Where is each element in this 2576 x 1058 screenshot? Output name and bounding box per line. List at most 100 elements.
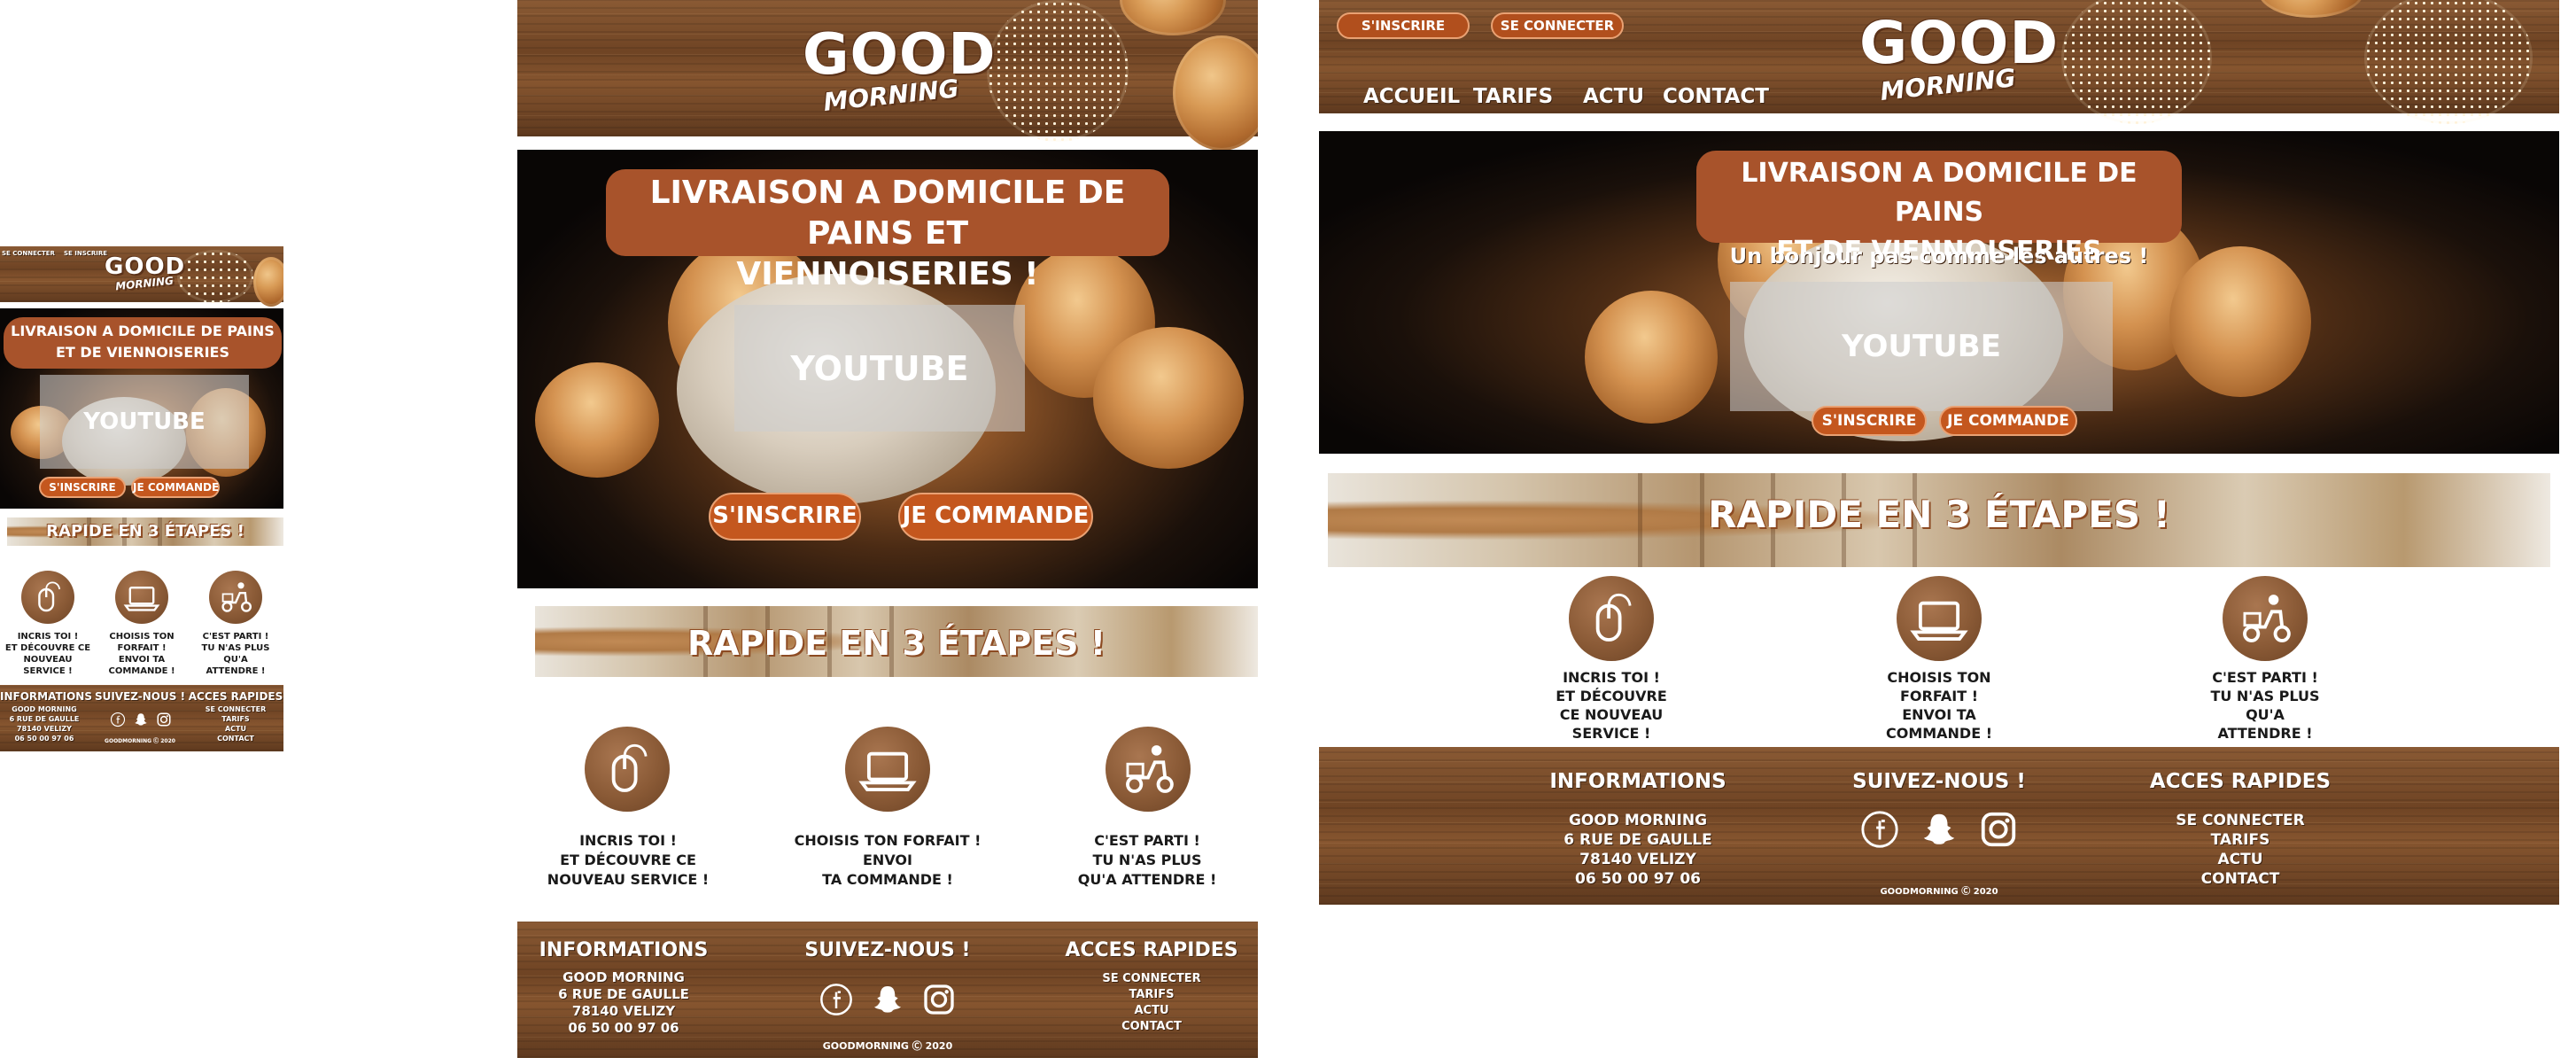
- delivery-scooter-icon: [2243, 595, 2291, 642]
- youtube-video[interactable]: YOUTUBE: [40, 375, 249, 469]
- step-3-circle: [1106, 727, 1191, 812]
- step-1-circle: [585, 727, 670, 812]
- link-contact[interactable]: CONTACT: [2116, 869, 2364, 889]
- facebook-icon[interactable]: [1859, 809, 1900, 850]
- link-tarifs[interactable]: TARIFS: [2116, 830, 2364, 850]
- logo[interactable]: GOOD MORNING: [1859, 14, 2058, 106]
- links-title: ACCES RAPIDES: [1065, 939, 1238, 961]
- step-2-text: CHOISIS TON FORFAIT ! ENVOI TA COMMANDE …: [108, 632, 175, 676]
- video-label: YOUTUBE: [83, 408, 206, 435]
- info-title: INFORMATIONS: [539, 939, 709, 961]
- step-3-circle: [209, 571, 262, 624]
- copyright: GOODMORNING Ⓒ 2020: [105, 738, 175, 744]
- laptop-icon: [1910, 601, 1968, 641]
- snapchat-icon[interactable]: [870, 982, 905, 1017]
- header-pastry-image: [1120, 0, 1226, 35]
- link-actu[interactable]: ACTU: [1045, 1003, 1258, 1019]
- header-pastry-image: [177, 250, 253, 303]
- info-title: INFORMATIONS: [1549, 770, 1726, 793]
- bread-image: [2169, 246, 2311, 397]
- facebook-icon[interactable]: [819, 982, 854, 1017]
- tablet-hero: LIVRAISON A DOMICILE DE PAINS ET VIENNOI…: [517, 150, 1258, 588]
- header-pastry-image: [1173, 35, 1258, 151]
- logo[interactable]: GOOD MORNING: [803, 27, 995, 117]
- link-login[interactable]: SE CONNECTER: [188, 704, 283, 714]
- delivery-scooter-icon: [1126, 745, 1174, 793]
- link-contact[interactable]: CONTACT: [188, 734, 283, 743]
- youtube-video[interactable]: YOUTUBE: [734, 305, 1025, 432]
- laptop-icon: [858, 751, 917, 791]
- header-pastry-image: [253, 257, 283, 307]
- desktop-footer: INFORMATIONS GOOD MORNING 6 RUE DE GAULL…: [1319, 747, 2559, 905]
- bread-image: [535, 362, 659, 478]
- link-tarifs[interactable]: TARIFS: [1045, 987, 1258, 1003]
- link-actu[interactable]: ACTU: [188, 724, 283, 734]
- link-tarifs[interactable]: TARIFS: [188, 714, 283, 724]
- header-pastry-image: [2364, 0, 2533, 124]
- mobile-signup-link[interactable]: SE INSCRIRE: [64, 250, 107, 257]
- delivery-scooter-icon: [221, 582, 252, 612]
- desktop-hero: LIVRAISON A DOMICILE DE PAINS ET DE VIEN…: [1319, 131, 2559, 454]
- link-contact[interactable]: CONTACT: [1045, 1019, 1258, 1035]
- step-3-circle: [2223, 576, 2308, 661]
- signup-button[interactable]: S'INSCRIRE: [709, 493, 861, 541]
- step-2-text: CHOISIS TON FORFAIT ! ENVOI TA COMMANDE …: [794, 832, 982, 888]
- facebook-icon[interactable]: [110, 712, 126, 727]
- logo[interactable]: GOOD MORNING: [105, 255, 184, 292]
- nav-contact[interactable]: CONTACT: [1663, 85, 1769, 108]
- hero-banner: LIVRAISON A DOMICILE DE PAINS ET DE VIEN…: [4, 317, 282, 369]
- steps-banner: RAPIDE EN 3 ÉTAPES !: [535, 606, 1258, 677]
- link-actu[interactable]: ACTU: [2116, 850, 2364, 869]
- header-signup-button[interactable]: S'INSCRIRE: [1337, 12, 1470, 39]
- desktop-mockup: S'INSCRIRE SE CONNECTER ACCUEIL TARIFS A…: [1319, 0, 2559, 905]
- tablet-header: GOOD MORNING: [517, 0, 1258, 151]
- steps-banner: RAPIDE EN 3 ÉTAPES !: [7, 517, 283, 546]
- step-2-circle: [1897, 576, 1982, 661]
- step-3-text: C'EST PARTI ! TU N'AS PLUS QU'A ATTENDRE…: [1077, 832, 1217, 888]
- step-2-text: CHOISIS TON FORFAIT ! ENVOI TA COMMANDE …: [1885, 669, 1993, 742]
- instagram-icon[interactable]: [921, 982, 957, 1017]
- step-1-circle: [1569, 576, 1654, 661]
- link-login[interactable]: SE CONNECTER: [2116, 811, 2364, 830]
- mobile-mockup: SE CONNECTER SE INSCRIRE GOOD MORNING LI…: [0, 246, 283, 751]
- desktop-header: S'INSCRIRE SE CONNECTER ACCUEIL TARIFS A…: [1319, 0, 2559, 124]
- step-2-circle: [845, 727, 930, 812]
- step-1-text: INCRIS TOI ! ET DÉCOUVRE CE NOUVEAU SERV…: [4, 632, 91, 676]
- instagram-icon[interactable]: [156, 712, 172, 727]
- order-button[interactable]: JE COMMANDE: [898, 493, 1093, 541]
- header-login-button[interactable]: SE CONNECTER: [1491, 12, 1624, 39]
- links-title: ACCES RAPIDES: [188, 690, 283, 703]
- step-1-circle: [21, 571, 74, 624]
- snapchat-icon[interactable]: [133, 712, 149, 727]
- nav-actu[interactable]: ACTU: [1583, 85, 1644, 108]
- link-login[interactable]: SE CONNECTER: [1045, 971, 1258, 987]
- info-title: INFORMATIONS: [0, 690, 92, 703]
- mobile-footer: INFORMATIONS GOOD MORNING 6 RUE DE GAULL…: [0, 685, 283, 751]
- links-title: ACCES RAPIDES: [2149, 770, 2332, 793]
- mouse-icon: [38, 581, 61, 612]
- nav-accueil[interactable]: ACCUEIL: [1363, 85, 1460, 108]
- tablet-footer: INFORMATIONS GOOD MORNING 6 RUE DE GAULL…: [517, 922, 1258, 1058]
- nav-tarifs[interactable]: TARIFS: [1473, 85, 1553, 108]
- header-pastry-image: [2061, 0, 2212, 124]
- step-1-text: INCRIS TOI ! ET DÉCOUVRE CE NOUVEAU SERV…: [1556, 669, 1667, 742]
- step-3-text: C'EST PARTI ! TU N'AS PLUS QU'A ATTENDRE…: [201, 632, 270, 676]
- step-2-circle: [115, 571, 168, 624]
- mouse-icon: [1595, 593, 1632, 642]
- youtube-video[interactable]: YOUTUBE: [1730, 282, 2113, 411]
- order-button[interactable]: JE COMMANDE: [131, 477, 220, 498]
- tablet-mockup: GOOD MORNING LIVRAISON A DOMICILE DE PAI…: [517, 0, 1258, 1058]
- mouse-icon: [611, 743, 648, 792]
- social-title: SUIVEZ-NOUS !: [1852, 770, 2026, 793]
- instagram-icon[interactable]: [1978, 809, 2019, 850]
- step-1-text: INCRIS TOI ! ET DÉCOUVRE CE NOUVEAU SERV…: [547, 832, 710, 888]
- video-label: YOUTUBE: [1842, 329, 2001, 364]
- signup-button[interactable]: S'INSCRIRE: [39, 477, 126, 498]
- copyright: GOODMORNING Ⓒ 2020: [1880, 887, 1998, 897]
- mobile-login-link[interactable]: SE CONNECTER: [2, 250, 55, 257]
- order-button[interactable]: JE COMMANDE: [1939, 406, 2077, 436]
- video-label: YOUTUBE: [790, 348, 969, 388]
- signup-button[interactable]: S'INSCRIRE: [1812, 406, 1927, 436]
- info-lines: GOOD MORNING 6 RUE DE GAULLE 78140 VELIZ…: [1563, 812, 1712, 888]
- snapchat-icon[interactable]: [1919, 809, 1959, 850]
